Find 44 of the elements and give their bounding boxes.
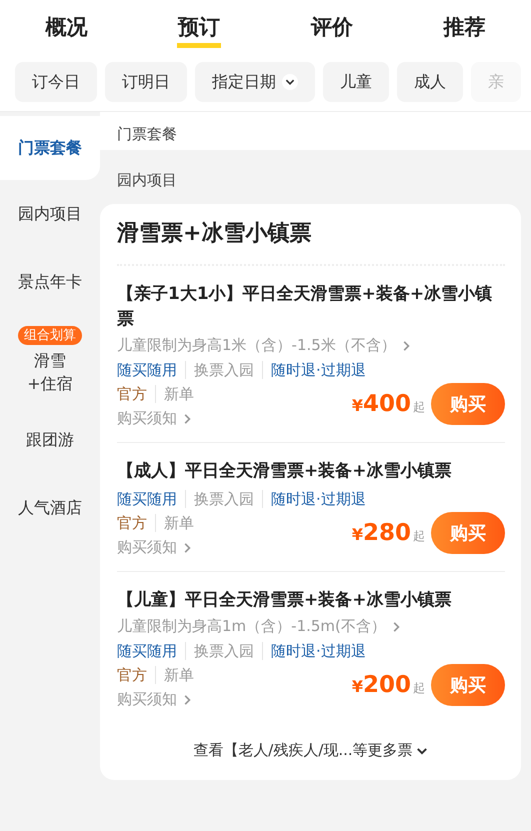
source-tag: 官方 — [117, 666, 155, 684]
feature-tag: 随买随用 — [117, 361, 185, 379]
feature-tag: 换票入园 — [185, 490, 262, 508]
sidebar-item[interactable]: 景点年卡 — [0, 248, 100, 316]
sidebar-item[interactable]: 人气酒店 — [0, 474, 100, 542]
price: ¥400 — [352, 390, 411, 416]
sidebar-label: 滑雪 +住宿 — [27, 350, 73, 395]
more-tickets-link[interactable]: 查看【老人/残疾人/现...等更多票 — [117, 723, 505, 770]
feature-tag: 随时退·过期退 — [262, 642, 374, 660]
promo-badge: 组合划算 — [18, 326, 82, 345]
price: ¥200 — [352, 672, 411, 698]
filter-chip[interactable]: 儿童 — [323, 62, 389, 102]
sidebar-item[interactable]: 园内项目 — [0, 180, 100, 248]
feature-tag: 随时退·过期退 — [262, 361, 374, 379]
tab[interactable]: 评价 — [300, 12, 363, 53]
sidebar-item[interactable]: 跟团游 — [0, 406, 100, 474]
price-suffix: 起 — [413, 528, 425, 545]
product-title[interactable]: 【亲子1大1小】平日全天滑雪票+装备+冰雪小镇票 — [117, 282, 505, 332]
source-tag: 官方 — [117, 514, 155, 532]
source-tag: 新单 — [155, 514, 202, 532]
source-tag: 新单 — [155, 666, 202, 684]
section-heading: 门票套餐 — [100, 112, 531, 150]
filter-chip[interactable]: 订今日 — [15, 62, 97, 102]
sidebar-item[interactable]: 组合划算 滑雪 +住宿 — [0, 316, 100, 406]
feature-tag: 换票入园 — [185, 361, 262, 379]
filter-chip[interactable]: 指定日期 — [195, 62, 315, 102]
feature-tag: 换票入园 — [185, 642, 262, 660]
source-tag: 官方 — [117, 385, 155, 403]
product-title[interactable]: 【儿童】平日全天滑雪票+装备+冰雪小镇票 — [117, 588, 505, 613]
price: ¥280 — [352, 520, 411, 546]
feature-tag: 随买随用 — [117, 490, 185, 508]
card-title: 滑雪票+冰雪小镇票 — [117, 204, 505, 266]
feature-tag: 随买随用 — [117, 642, 185, 660]
tab[interactable]: 推荐 — [434, 12, 496, 53]
product-title[interactable]: 【成人】平日全天滑雪票+装备+冰雪小镇票 — [117, 459, 505, 484]
filter-chip[interactable]: 成人 — [397, 62, 463, 102]
feature-tag: 随时退·过期退 — [262, 490, 374, 508]
section-heading: 园内项目 — [116, 170, 178, 191]
filter-chip[interactable]: 订明日 — [105, 62, 187, 102]
sidebar-item[interactable]: 门票套餐 — [0, 116, 100, 180]
price-suffix: 起 — [413, 680, 425, 697]
source-tag: 新单 — [155, 385, 202, 403]
tab[interactable]: 概况 — [35, 12, 98, 53]
price-suffix: 起 — [413, 399, 425, 416]
